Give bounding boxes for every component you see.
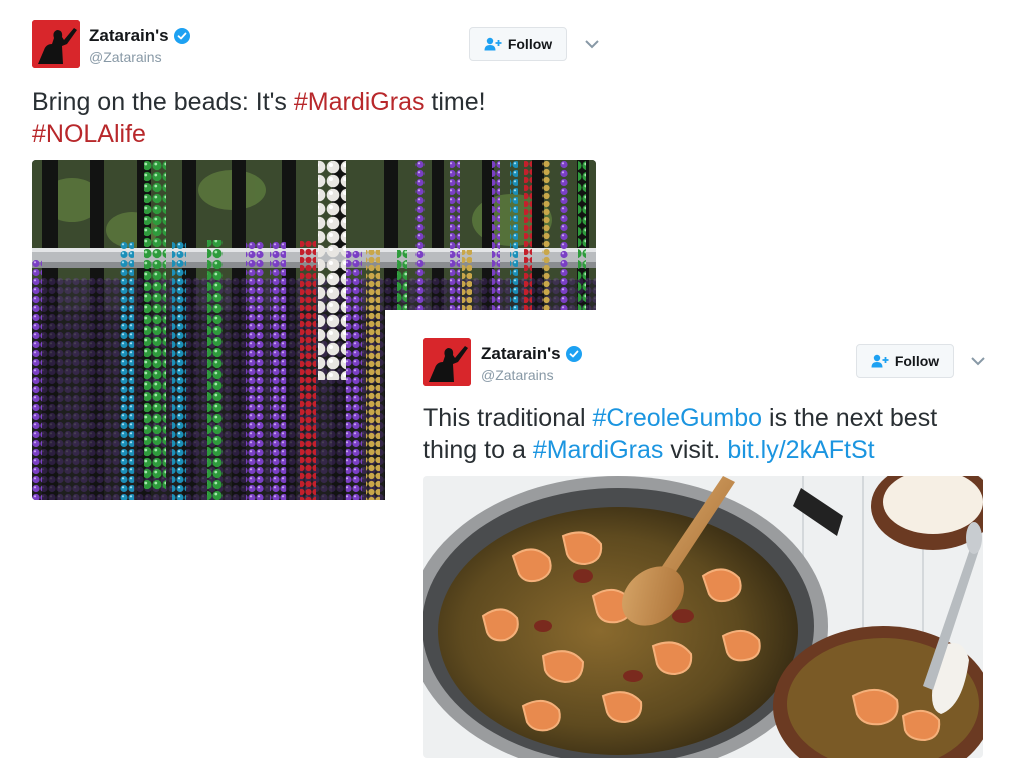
follow-button[interactable]: Follow xyxy=(469,27,567,61)
bitly-link[interactable]: bit.ly/2kAFtSt xyxy=(727,436,874,464)
text-segment: time! xyxy=(424,88,486,116)
display-name[interactable]: Zatarain's xyxy=(89,26,169,46)
zatarains-avatar[interactable] xyxy=(32,20,80,68)
tweet-text: This traditional #CreoleGumbo is the nex… xyxy=(423,402,937,466)
tweet-card-gumbo: Zatarain's @Zatarains Follow This tradit… xyxy=(385,310,1024,768)
text-segment: is the next best xyxy=(762,404,938,432)
text-segment: This traditional xyxy=(423,404,593,432)
chevron-down-icon[interactable] xyxy=(970,355,986,367)
gumbo-photo[interactable] xyxy=(423,476,983,758)
display-name[interactable]: Zatarain's xyxy=(481,344,561,364)
trumpet-player-logo-icon xyxy=(32,20,80,68)
trumpet-player-logo-icon xyxy=(423,338,471,386)
follow-label: Follow xyxy=(507,36,553,52)
hashtag-nolalife-link[interactable]: #NOLAlife xyxy=(32,120,146,148)
hashtag-mardigras-link[interactable]: #MardiGras xyxy=(294,88,425,116)
add-user-icon xyxy=(484,37,502,51)
hashtag-mardigras-link[interactable]: #MardiGras xyxy=(533,436,664,464)
verified-badge-icon xyxy=(565,346,582,362)
hashtag-creolegumbo-link[interactable]: #CreoleGumbo xyxy=(593,404,763,432)
follow-label: Follow xyxy=(894,353,940,369)
verified-badge-icon xyxy=(173,28,190,44)
text-segment: thing to a xyxy=(423,436,533,464)
user-handle[interactable]: @Zatarains xyxy=(89,49,162,65)
text-segment: visit. xyxy=(663,436,728,464)
user-handle[interactable]: @Zatarains xyxy=(481,367,554,383)
shrimp-gumbo-pot-photo-icon xyxy=(423,476,983,758)
follow-button[interactable]: Follow xyxy=(856,344,954,378)
tweet-text: Bring on the beads: It's #MardiGras time… xyxy=(32,86,486,150)
text-segment: Bring on the beads: It's xyxy=(32,88,294,116)
add-user-icon xyxy=(871,354,889,368)
chevron-down-icon[interactable] xyxy=(584,38,600,50)
zatarains-avatar[interactable] xyxy=(423,338,471,386)
